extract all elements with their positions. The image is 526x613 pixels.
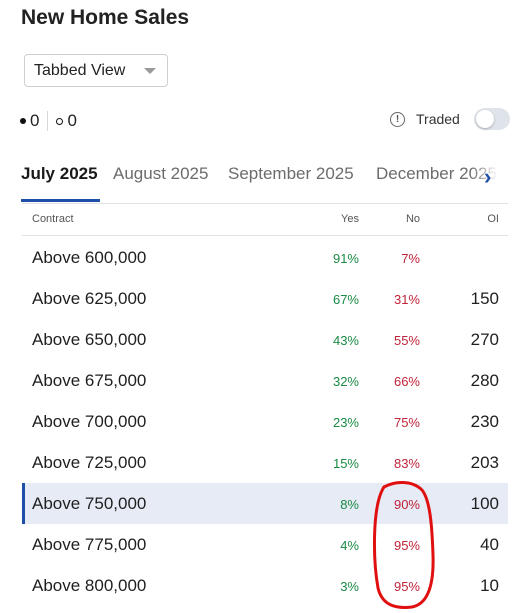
open-dot-icon [56,117,64,125]
month-tabs: July 2025 August 2025 September 2025 Dec… [0,160,526,204]
tab-august-2025[interactable]: August 2025 [113,164,208,184]
table-row[interactable]: Above 675,000 32% 66% 280 [22,360,508,401]
no-price[interactable]: 95% [394,538,420,553]
filled-dot-icon [20,118,26,124]
no-price[interactable]: 83% [394,456,420,471]
contract-name: Above 750,000 [32,494,147,513]
table-row[interactable]: Above 800,000 3% 95% 10 [22,565,508,606]
contracts-table: Above 600,000 91% 7% Above 625,000 67% 31% 15… [22,237,508,606]
toggle-knob [475,110,494,128]
table-header: Contract Yes No OI [22,204,508,236]
yes-price[interactable]: 43% [333,333,359,348]
table-row[interactable]: Above 625,000 67% 31% 150 [22,278,508,319]
contract-name: Above 675,000 [32,371,147,390]
contract-name: Above 700,000 [32,412,147,431]
no-price[interactable]: 75% [394,415,420,430]
yes-price[interactable]: 4% [340,538,359,553]
contract-name: Above 775,000 [32,535,147,554]
open-interest: 150 [470,289,499,308]
filled-count: 0 [30,111,40,130]
open-interest: 203 [470,453,499,472]
header-oi[interactable]: OI [487,213,499,225]
yes-price[interactable]: 15% [333,456,359,471]
page-title: New Home Sales [21,6,190,29]
open-count: 0 [67,111,77,130]
open-interest: 40 [480,535,499,554]
table-row[interactable]: Above 775,000 4% 95% 40 [22,524,508,565]
open-interest: 230 [470,412,499,431]
no-price[interactable]: 95% [394,579,420,594]
table-row-selected[interactable]: Above 750,000 8% 90% 100 [22,483,508,524]
yes-price[interactable]: 8% [340,497,359,512]
view-select[interactable]: Tabbed View [24,54,168,87]
open-interest: 270 [470,330,499,349]
count-divider [47,111,49,131]
header-no[interactable]: No [406,213,420,225]
chevron-right-icon[interactable]: › [484,164,491,190]
table-row[interactable]: Above 650,000 43% 55% 270 [22,319,508,360]
view-select-value: Tabbed View [34,61,126,79]
table-row[interactable]: Above 700,000 23% 75% 230 [22,401,508,442]
open-interest: 10 [480,576,499,595]
open-interest: 100 [470,494,499,513]
contract-name: Above 800,000 [32,576,147,595]
position-counts: 0 0 [20,111,77,131]
no-price[interactable]: 31% [394,292,420,307]
tab-july-2025[interactable]: July 2025 [21,164,98,184]
no-price[interactable]: 55% [394,333,420,348]
traded-toggle[interactable] [473,108,510,130]
yes-price[interactable]: 3% [340,579,359,594]
selected-row-indicator [22,483,25,524]
no-price[interactable]: 7% [401,251,420,266]
table-row[interactable]: Above 600,000 91% 7% [22,237,508,278]
table-row[interactable]: Above 725,000 15% 83% 203 [22,442,508,483]
contract-name: Above 625,000 [32,289,147,308]
traded-filter: ! Traded [390,108,510,130]
info-icon[interactable]: ! [390,111,405,127]
chevron-down-icon [144,68,156,74]
header-contract[interactable]: Contract [32,213,74,225]
yes-price[interactable]: 23% [333,415,359,430]
tab-september-2025[interactable]: September 2025 [228,164,354,184]
active-tab-indicator [21,199,100,202]
no-price[interactable]: 90% [394,497,420,512]
yes-price[interactable]: 91% [333,251,359,266]
contract-name: Above 650,000 [32,330,147,349]
header-yes[interactable]: Yes [341,213,359,225]
yes-price[interactable]: 67% [333,292,359,307]
contract-name: Above 600,000 [32,248,147,267]
yes-price[interactable]: 32% [333,374,359,389]
open-interest: 280 [470,371,499,390]
traded-label: Traded [416,111,460,127]
no-price[interactable]: 66% [394,374,420,389]
contract-name: Above 725,000 [32,453,147,472]
